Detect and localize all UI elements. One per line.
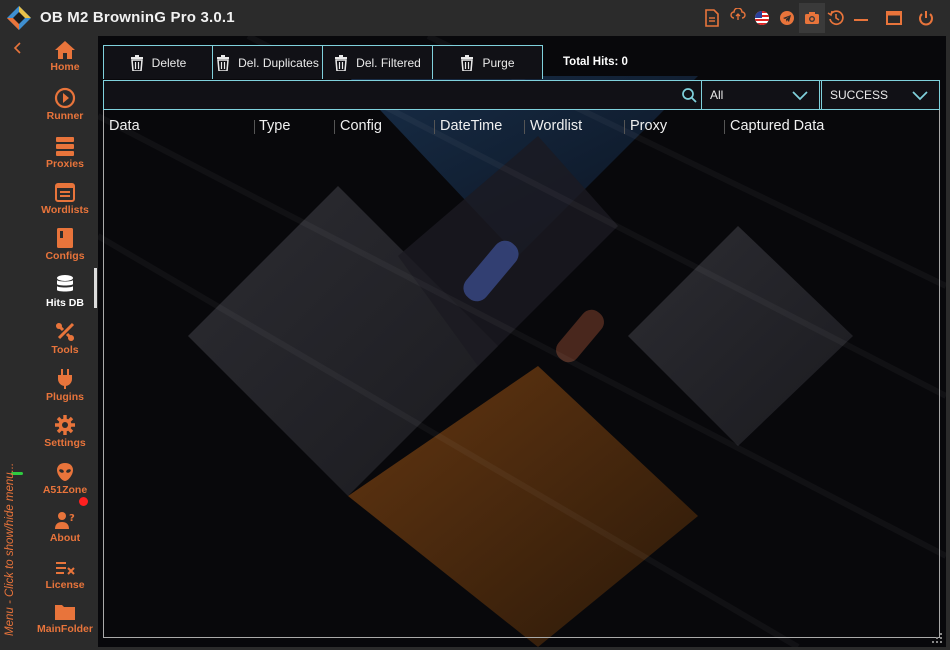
sidebar-item-label: Settings [44,437,86,449]
camera-icon[interactable] [799,3,825,33]
sidebar-item-license[interactable]: License [30,554,100,598]
trash-icon [335,54,348,71]
telegram-icon[interactable] [775,6,799,30]
delete-label: Delete [151,55,187,70]
sidebar-item-configs[interactable]: Configs [30,225,100,269]
column-separator[interactable] [334,120,335,134]
sidebar-item-tools[interactable]: Tools [30,319,100,363]
hits-table [103,110,940,638]
document-icon[interactable] [700,6,724,30]
column-header-data[interactable]: Data [109,118,140,134]
purge-label: Purge [482,55,515,70]
sidebar-item-plugins[interactable]: Plugins [30,366,100,410]
tools-icon [55,322,75,342]
database-icon [57,275,73,292]
purge-button[interactable]: Purge [432,45,543,79]
maximize-icon[interactable] [882,6,906,30]
minimize-icon[interactable] [849,6,873,30]
app-logo-icon [7,6,31,30]
sidebar-item-proxies[interactable]: Proxies [30,133,100,177]
sidebar-item-label: MainFolder [36,623,93,635]
title-bar: OB M2 BrowninG Pro 3.0.1 [0,0,950,36]
trash-icon [461,54,474,71]
play-circle-icon [54,87,76,109]
sidebar-item-label: Wordlists [41,204,89,216]
delete-duplicates-label: Del. Duplicates [238,55,319,70]
server-icon [56,137,74,156]
total-hits-count: Total Hits: 0 [563,56,628,68]
status-filter-value: SUCCESS [830,88,889,102]
gear-icon [55,415,75,435]
column-separator[interactable] [524,120,525,134]
sidebar-item-a51zone[interactable]: A51Zone [30,459,100,503]
column-separator[interactable] [624,120,625,134]
column-header-type[interactable]: Type [259,118,290,134]
sidebar-item-label: Plugins [46,391,84,403]
history-icon[interactable] [824,6,848,30]
column-header-datetime[interactable]: DateTime [440,118,502,134]
sidebar-item-hits-db[interactable]: Hits DB [30,272,100,316]
sidebar-item-label: Configs [45,250,85,262]
delete-filtered-button[interactable]: Del. Filtered [322,45,433,79]
column-separator[interactable] [434,120,435,134]
sidebar-item-mainfolder[interactable]: MainFolder [30,600,100,644]
sidebar-item-runner[interactable]: Runner [30,85,100,129]
column-header-config[interactable]: Config [340,118,382,134]
us-flag-icon[interactable] [750,6,774,30]
column-header-proxy[interactable]: Proxy [630,118,667,134]
delete-button[interactable]: Delete [103,45,213,79]
calendar-list-icon [55,183,75,202]
type-filter-select[interactable]: All [701,80,820,110]
sidebar-item-label: Runner [46,110,84,122]
sidebar-item-label: About [49,532,81,544]
sidebar-item-label: Home [50,61,80,73]
sidebar-item-label: License [45,579,85,591]
hits-db-panel: Delete Del. Duplicates Del. Filtered Pur… [98,36,946,647]
search-icon[interactable] [681,87,697,103]
plug-icon [58,369,72,389]
sidebar-item-label: Proxies [46,158,84,170]
sidebar: Home Runner Proxies Wordlists Configs Hi… [0,36,98,650]
alien-icon [57,463,73,481]
column-separator[interactable] [724,120,725,134]
cloud-update-icon[interactable] [726,3,750,27]
resize-grip-icon[interactable] [932,633,942,643]
delete-duplicates-button[interactable]: Del. Duplicates [212,45,323,79]
active-indicator [94,268,97,308]
sidebar-item-label: Tools [51,344,79,356]
sidebar-item-about[interactable]: ? About [30,507,100,551]
sidebar-item-settings[interactable]: Settings [30,412,100,456]
power-icon[interactable] [914,6,938,30]
column-header-wordlist[interactable]: Wordlist [530,118,582,134]
chevron-down-icon [912,91,928,101]
home-icon [55,41,75,59]
svg-text:?: ? [69,513,75,524]
chevron-left-icon[interactable] [10,40,26,56]
app-title: OB M2 BrowninG Pro 3.0.1 [40,9,235,26]
menu-toggle-hint[interactable]: Menu - Click to show/hide menu... [4,463,16,636]
user-question-icon: ? [55,512,75,529]
notebook-icon [57,228,73,248]
column-separator[interactable] [254,120,255,134]
chevron-down-icon [792,91,808,101]
trash-icon [217,54,230,71]
type-filter-value: All [710,88,724,102]
column-header-captured-data[interactable]: Captured Data [730,118,824,134]
sidebar-item-wordlists[interactable]: Wordlists [30,179,100,223]
license-icon [56,562,75,575]
notification-badge [79,497,88,506]
sidebar-item-label: Hits DB [46,297,84,309]
sidebar-item-home[interactable]: Home [30,38,100,82]
delete-filtered-label: Del. Filtered [356,55,421,70]
trash-icon [130,54,143,71]
sidebar-item-label: A51Zone [42,484,88,496]
status-filter-select[interactable]: SUCCESS [821,80,940,110]
folder-icon [55,605,75,620]
